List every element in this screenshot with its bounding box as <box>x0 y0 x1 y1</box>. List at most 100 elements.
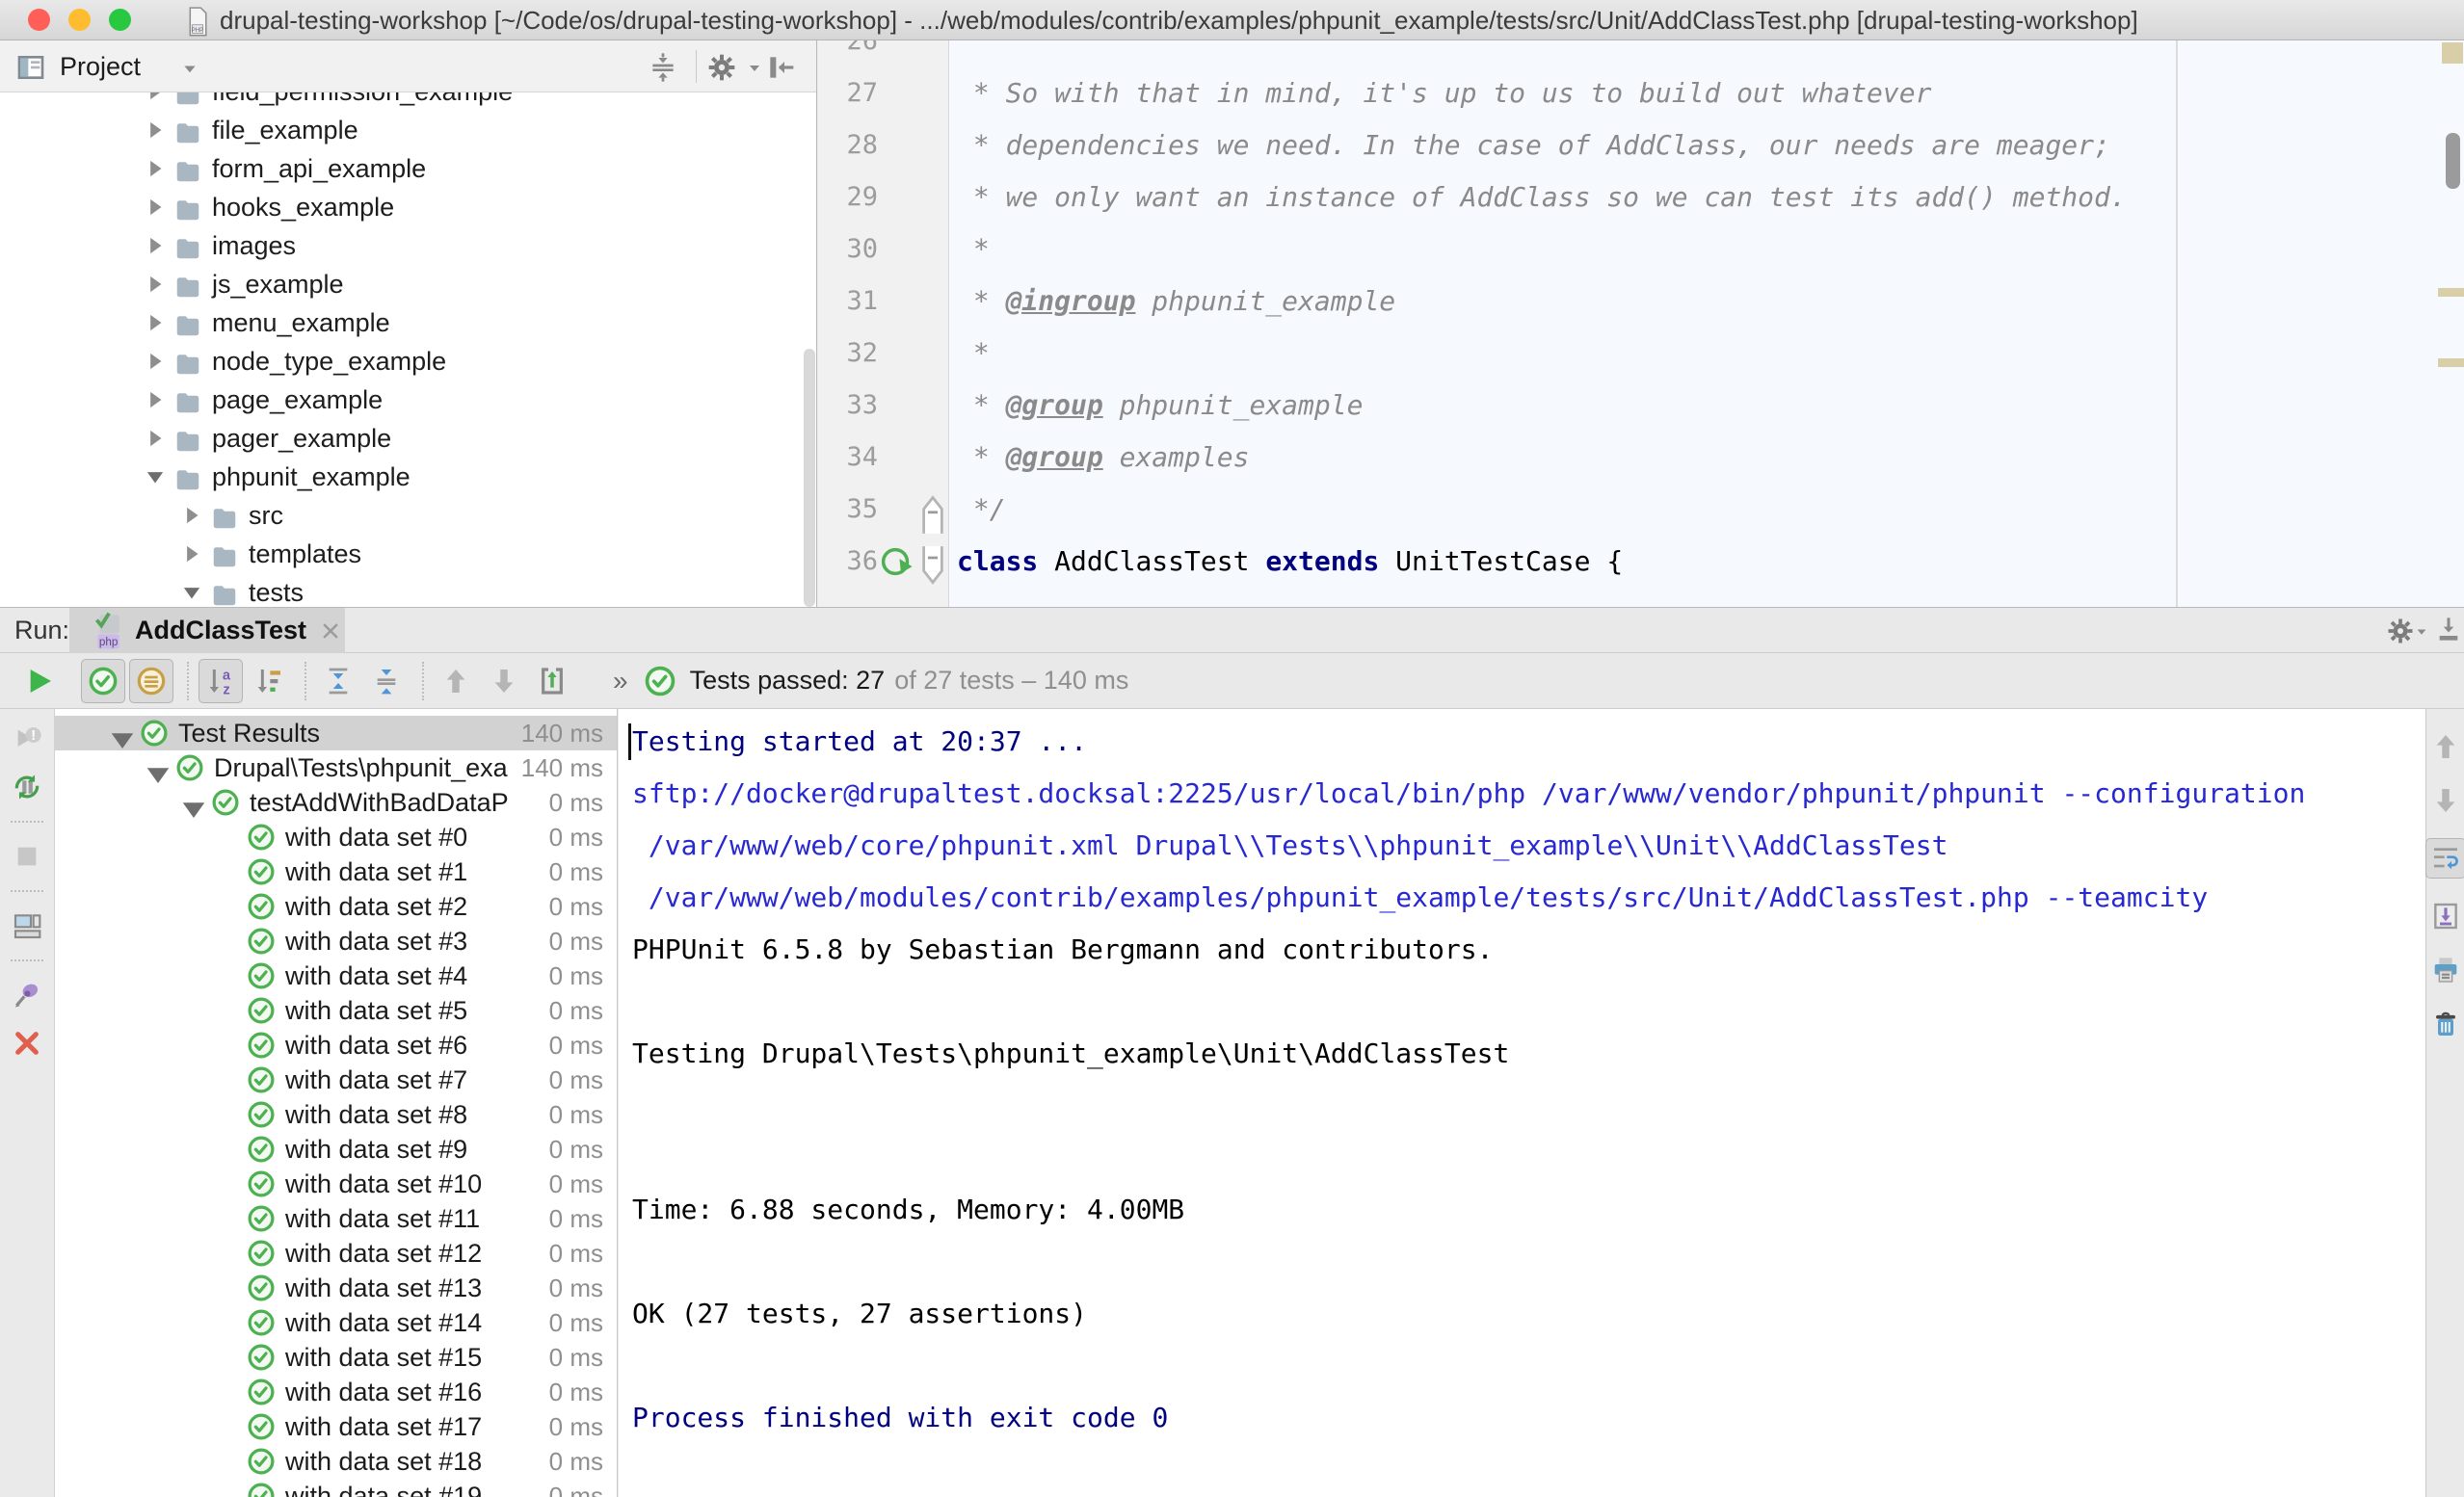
run-play-button[interactable] <box>17 659 62 703</box>
chevron-right-icon[interactable] <box>143 233 168 258</box>
more-chevrons[interactable]: » <box>613 666 628 696</box>
editor-line[interactable]: 35 */ <box>818 483 2464 535</box>
hide-window-icon[interactable] <box>2435 616 2462 644</box>
project-tree-item[interactable]: hooks_example <box>0 188 817 226</box>
test-tree-item[interactable]: with data set #190 ms <box>55 1479 617 1497</box>
zoom-window-button[interactable] <box>109 9 131 31</box>
import-test-results-button[interactable] <box>530 659 574 703</box>
chevron-right-icon[interactable] <box>143 272 168 297</box>
test-tree-item[interactable]: testAddWithBadDataProvide0 ms <box>55 785 617 820</box>
error-stripe-mark[interactable] <box>2442 42 2463 64</box>
chevron-down-icon[interactable] <box>179 580 204 605</box>
test-tree-item[interactable]: with data set #130 ms <box>55 1271 617 1305</box>
chevron-right-icon[interactable] <box>179 541 204 566</box>
console-link-line[interactable]: /var/www/web/core/phpunit.xml Drupal\\Te… <box>632 820 2425 872</box>
console-link-line[interactable]: sftp://docker@drupaltest.docksal:2225/us… <box>632 768 2425 820</box>
chevron-down-icon[interactable] <box>747 62 762 92</box>
chevron-right-icon[interactable] <box>143 195 168 220</box>
soft-wrap-button[interactable] <box>2425 838 2464 879</box>
editor-line[interactable]: 32 * <box>818 327 2464 379</box>
test-tree-item[interactable]: with data set #80 ms <box>55 1097 617 1132</box>
show-ignored-button[interactable] <box>129 659 173 703</box>
up-stack-trace-button[interactable] <box>2429 730 2462 763</box>
rerun-failed-tests-button[interactable]: ! <box>11 722 43 755</box>
expand-all-button[interactable] <box>316 659 360 703</box>
editor-line[interactable]: 26 <box>818 40 2464 66</box>
sort-by-duration-button[interactable] <box>247 659 291 703</box>
project-tree-item[interactable]: src <box>0 496 817 535</box>
sort-alphabetically-button[interactable]: az <box>199 659 243 703</box>
gear-icon[interactable] <box>2386 617 2415 645</box>
chevron-right-icon[interactable] <box>143 426 168 451</box>
hide-panel-icon[interactable] <box>765 52 796 83</box>
show-passed-button[interactable] <box>81 659 125 703</box>
project-tree-item[interactable]: page_example <box>0 381 817 419</box>
editor-scrollbar[interactable] <box>2446 133 2460 189</box>
project-tree-item[interactable]: tests <box>0 573 817 607</box>
test-tree-item[interactable]: with data set #10 ms <box>55 854 617 889</box>
test-tree-item[interactable]: with data set #180 ms <box>55 1444 617 1479</box>
test-tree-item[interactable]: with data set #140 ms <box>55 1305 617 1340</box>
chevron-right-icon[interactable] <box>143 387 168 412</box>
chevron-down-icon[interactable] <box>141 757 175 778</box>
chevron-down-icon[interactable] <box>143 464 168 489</box>
project-tree-item[interactable]: node_type_example <box>0 342 817 381</box>
chevron-right-icon[interactable] <box>143 310 168 335</box>
test-tree-item[interactable]: with data set #60 ms <box>55 1028 617 1063</box>
test-tree-item[interactable]: Test Results140 ms <box>55 716 617 750</box>
chevron-down-icon[interactable] <box>176 792 211 813</box>
test-tree-item[interactable]: with data set #20 ms <box>55 889 617 924</box>
run-tab-addclasstest[interactable]: php AddClassTest <box>69 608 345 653</box>
test-tree-item[interactable]: with data set #150 ms <box>55 1340 617 1375</box>
chevron-right-icon[interactable] <box>143 156 168 181</box>
gear-icon[interactable] <box>706 52 737 83</box>
close-window-button[interactable] <box>28 9 50 31</box>
restore-layout-button[interactable] <box>11 909 43 942</box>
previous-occurrence-button[interactable] <box>434 659 478 703</box>
editor-line[interactable]: 33 * @group phpunit_example <box>818 379 2464 431</box>
fold-end-icon[interactable] <box>916 489 949 528</box>
project-tree-item[interactable]: js_example <box>0 265 817 303</box>
down-stack-trace-button[interactable] <box>2429 784 2462 817</box>
chevron-down-icon[interactable] <box>2415 626 2428 638</box>
project-panel-title[interactable]: Project <box>60 52 141 82</box>
editor-line[interactable]: 28 * dependencies we need. In the case o… <box>818 118 2464 171</box>
chevron-right-icon[interactable] <box>143 349 168 374</box>
test-tree-item[interactable]: with data set #40 ms <box>55 959 617 993</box>
console-output[interactable]: Testing started at 20:37 ...sftp://docke… <box>619 709 2426 1497</box>
scroll-to-end-button[interactable] <box>2429 900 2462 932</box>
print-button[interactable] <box>2429 954 2462 986</box>
close-tab-icon[interactable] <box>320 620 341 642</box>
project-tree-item[interactable]: file_example <box>0 111 817 149</box>
editor-line[interactable]: 27 * So with that in mind, it's up to us… <box>818 66 2464 118</box>
project-tree-item[interactable]: templates <box>0 535 817 573</box>
chevron-right-icon[interactable] <box>143 118 168 143</box>
pin-tab-button[interactable] <box>11 979 43 1011</box>
editor-line[interactable]: 31 * @ingroup phpunit_example <box>818 275 2464 327</box>
chevron-down-icon[interactable] <box>105 722 140 744</box>
chevron-right-icon[interactable] <box>143 92 168 104</box>
chevron-down-icon[interactable] <box>181 62 199 75</box>
rerun-button[interactable] <box>11 771 43 803</box>
project-tree-item[interactable]: phpunit_example <box>0 458 817 496</box>
test-tree-item[interactable]: with data set #100 ms <box>55 1167 617 1201</box>
console-link-line[interactable]: /var/www/web/modules/contrib/examples/ph… <box>632 872 2425 924</box>
clear-all-button[interactable] <box>2429 1008 2462 1040</box>
test-tree-item[interactable]: with data set #160 ms <box>55 1375 617 1409</box>
project-tree-item[interactable]: form_api_example <box>0 149 817 188</box>
editor-line[interactable]: 30 * <box>818 223 2464 275</box>
test-tree-item[interactable]: with data set #00 ms <box>55 820 617 854</box>
project-tree-item[interactable]: field_permission_example <box>0 92 817 111</box>
code-editor[interactable]: 2627 * So with that in mind, it's up to … <box>818 40 2464 607</box>
test-tree-item[interactable]: with data set #70 ms <box>55 1063 617 1097</box>
run-test-icon[interactable] <box>880 543 916 578</box>
minimize-window-button[interactable] <box>68 9 91 31</box>
chevron-right-icon[interactable] <box>179 503 204 528</box>
collapse-panel-icon[interactable] <box>648 52 678 83</box>
test-tree-item[interactable]: with data set #170 ms <box>55 1409 617 1444</box>
test-tree-item[interactable]: with data set #120 ms <box>55 1236 617 1271</box>
test-tree-item[interactable]: with data set #110 ms <box>55 1201 617 1236</box>
close-button[interactable] <box>11 1027 43 1060</box>
project-scrollbar[interactable] <box>804 349 815 607</box>
editor-line[interactable]: 34 * @group examples <box>818 431 2464 483</box>
